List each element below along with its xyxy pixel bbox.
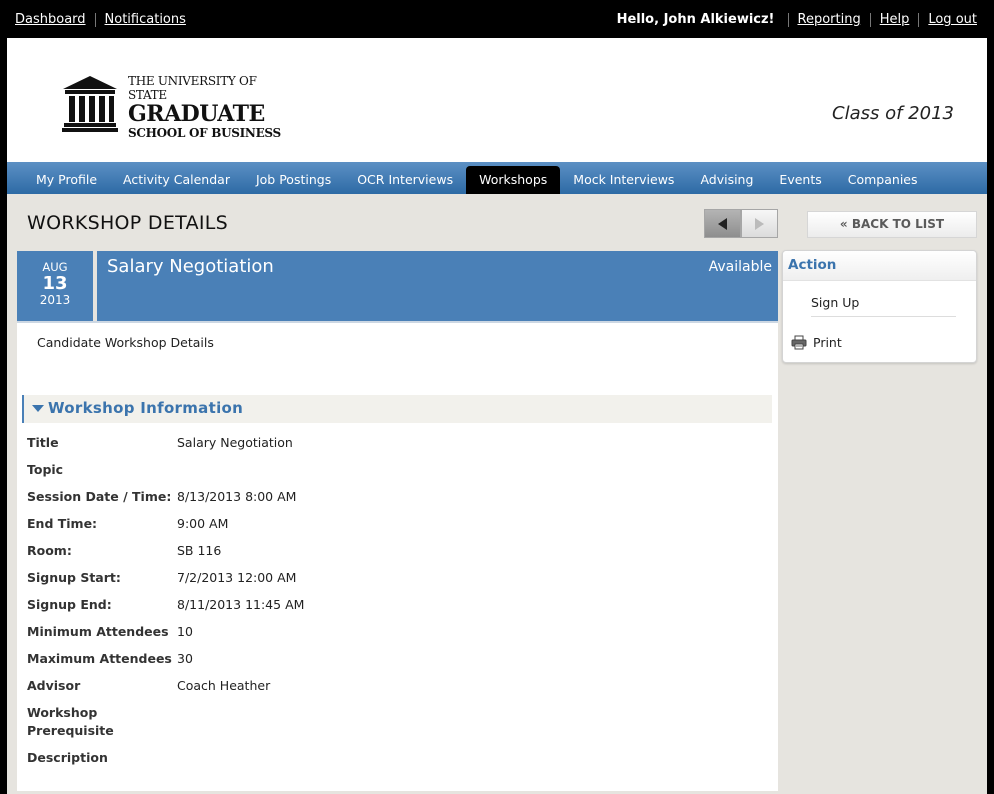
event-status: Available — [708, 259, 772, 275]
nav-item-workshops[interactable]: Workshops — [466, 166, 561, 194]
nav-item-my-profile[interactable]: My Profile — [23, 166, 110, 194]
field-label: Room: — [27, 543, 72, 558]
field-label: Minimum Attendees — [27, 624, 169, 639]
help-link[interactable]: Help — [880, 12, 910, 27]
field-row-minimum-attendees: Minimum Attendees 10 — [27, 623, 193, 641]
field-label: Workshop Prerequisite — [27, 705, 114, 738]
reporting-link[interactable]: Reporting — [798, 12, 861, 27]
field-row-signup-end: Signup End: 8/11/2013 11:45 AM — [27, 596, 304, 614]
field-label: End Time: — [27, 516, 98, 531]
field-label: Advisor — [27, 678, 81, 693]
event-date-badge: AUG 13 2013 — [17, 251, 93, 321]
page-frame: THE UNIVERSITY OF STATE GRADUATE SCHOOL … — [7, 38, 987, 794]
divider — [787, 12, 789, 27]
nav-item-advising[interactable]: Advising — [687, 166, 766, 194]
dashboard-link[interactable]: Dashboard — [15, 12, 86, 27]
topbar-right-links: Hello, John Alkiewicz! Reporting Help Lo… — [617, 12, 977, 27]
field-value: 8/13/2013 8:00 AM — [177, 489, 297, 504]
print-link[interactable]: Print — [791, 335, 842, 350]
print-label: Print — [813, 335, 842, 350]
printer-icon — [791, 335, 807, 350]
caret-down-icon — [32, 405, 44, 412]
logo-text: THE UNIVERSITY OF STATE GRADUATE SCHOOL … — [128, 74, 291, 140]
field-label: Title — [27, 435, 59, 450]
field-row-end-time: End Time: 9:00 AM — [27, 515, 228, 533]
field-value: 30 — [177, 651, 193, 666]
field-label: Signup Start: — [27, 570, 121, 585]
field-label: Signup End: — [27, 597, 112, 612]
workshop-details-card: Candidate Workshop Details Workshop Info… — [17, 321, 778, 791]
logo-line-school: SCHOOL OF BUSINESS — [128, 126, 281, 140]
field-row-signup-start: Signup Start: 7/2/2013 12:00 AM — [27, 569, 296, 587]
event-banner: Salary Negotiation Available — [97, 251, 778, 321]
section-title: Workshop Information — [48, 399, 244, 417]
divider — [918, 12, 920, 27]
field-label: Description — [27, 750, 108, 765]
topbar-left-links: Dashboard Notifications — [15, 12, 186, 27]
field-row-workshop-prerequisite: Workshop Prerequisite — [27, 704, 177, 740]
workshop-information-section-header[interactable]: Workshop Information — [22, 395, 772, 423]
previous-record-button[interactable] — [704, 209, 741, 238]
nav-item-activity-calendar[interactable]: Activity Calendar — [110, 166, 243, 194]
field-row-room: Room: SB 116 — [27, 542, 221, 560]
page-title: WORKSHOP DETAILS — [27, 212, 229, 234]
action-panel-title: Action — [788, 257, 837, 273]
back-to-list-button[interactable]: « BACK TO LIST — [807, 211, 977, 238]
school-logo[interactable]: THE UNIVERSITY OF STATE GRADUATE SCHOOL … — [61, 74, 291, 140]
site-header: THE UNIVERSITY OF STATE GRADUATE SCHOOL … — [7, 38, 987, 162]
sign-up-link[interactable]: Sign Up — [811, 295, 859, 310]
field-value: Salary Negotiation — [177, 435, 293, 450]
nav-item-ocr-interviews[interactable]: OCR Interviews — [344, 166, 466, 194]
action-panel: Action Sign Up Print — [782, 250, 977, 363]
field-value: 7/2/2013 12:00 AM — [177, 570, 297, 585]
arrow-right-icon — [755, 217, 764, 230]
field-row-maximum-attendees: Maximum Attendees 30 — [27, 650, 193, 668]
main-nav: My Profile Activity Calendar Job Posting… — [7, 162, 987, 194]
user-greeting: Hello, John Alkiewicz! — [616, 12, 775, 27]
divider — [94, 12, 96, 27]
logout-link[interactable]: Log out — [928, 12, 977, 27]
logo-line-university: THE UNIVERSITY OF STATE — [128, 74, 257, 102]
event-title: Salary Negotiation — [107, 256, 274, 277]
logo-line-graduate: GRADUATE — [128, 101, 265, 127]
field-row-title: Title Salary Negotiation — [27, 434, 293, 452]
class-year-label: Class of 2013 — [832, 103, 954, 124]
event-year: 2013 — [39, 293, 71, 307]
divider — [811, 316, 956, 317]
field-row-session-date: Session Date / Time: 8/13/2013 8:00 AM — [27, 488, 296, 506]
details-subtitle: Candidate Workshop Details — [37, 335, 214, 350]
record-pager — [704, 209, 778, 238]
nav-item-companies[interactable]: Companies — [835, 166, 931, 194]
field-row-advisor: Advisor Coach Heather — [27, 677, 270, 695]
nav-item-events[interactable]: Events — [766, 166, 834, 194]
nav-item-job-postings[interactable]: Job Postings — [243, 166, 344, 194]
field-row-topic: Topic — [27, 461, 177, 479]
event-day: 13 — [42, 273, 68, 294]
next-record-button[interactable] — [741, 209, 778, 238]
field-value: SB 116 — [177, 543, 222, 558]
field-value: 10 — [177, 624, 193, 639]
building-columns-icon — [62, 76, 118, 132]
field-row-description: Description — [27, 749, 177, 767]
top-utility-bar: Dashboard Notifications Hello, John Alki… — [0, 0, 994, 38]
field-label: Topic — [27, 462, 64, 477]
field-value: Coach Heather — [177, 678, 271, 693]
field-label: Maximum Attendees — [27, 651, 172, 666]
notifications-link[interactable]: Notifications — [105, 12, 186, 27]
field-value: 8/11/2013 11:45 AM — [177, 597, 305, 612]
nav-item-mock-interviews[interactable]: Mock Interviews — [560, 166, 687, 194]
field-value: 9:00 AM — [177, 516, 229, 531]
arrow-left-icon — [718, 217, 727, 230]
field-label: Session Date / Time: — [27, 489, 172, 504]
divider — [869, 12, 871, 27]
